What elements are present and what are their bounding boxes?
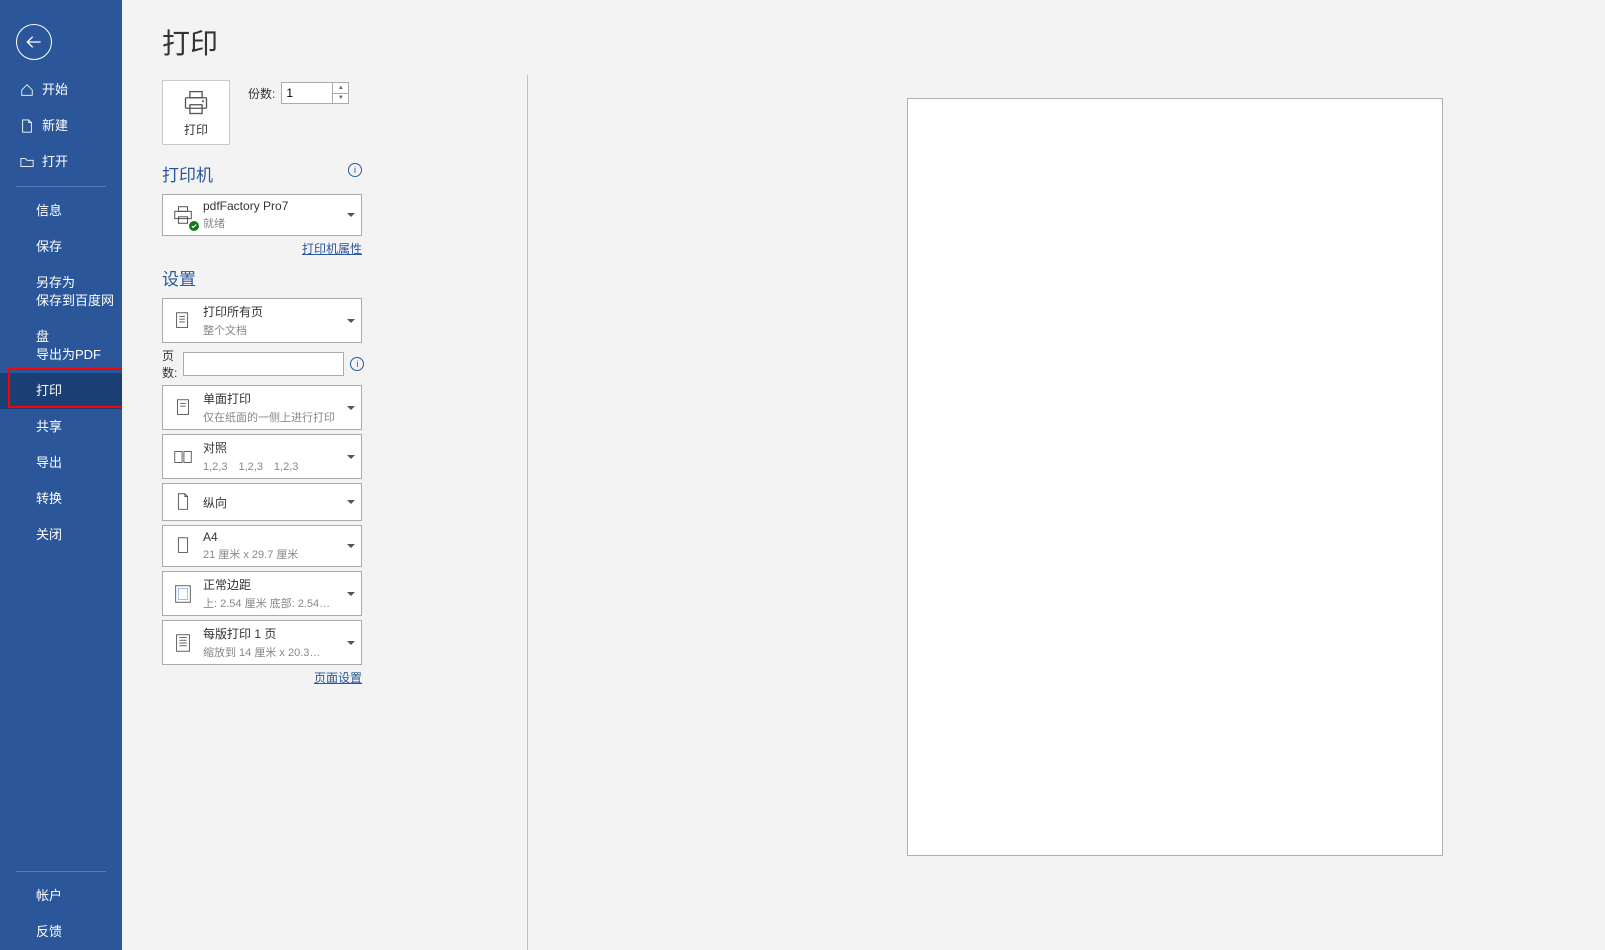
printer-properties-link[interactable]: 打印机属性 [162,240,362,257]
sidebar-item-open[interactable]: 打开 [0,144,122,180]
home-icon [20,83,34,97]
sidebar-item-convert[interactable]: 转换 [0,481,122,517]
chevron-down-icon [347,500,355,504]
sidebar-item-label: 转换 [36,481,62,517]
printer-status: 就绪 [203,215,288,231]
sidebar-item-export[interactable]: 导出 [0,445,122,481]
sidebar-item-label: 关闭 [36,517,62,553]
page-title: 打印 [162,22,362,62]
sidebar-item-home[interactable]: 开始 [0,72,122,108]
spinner-up-button[interactable]: ▲ [333,83,348,94]
portrait-icon [169,488,197,516]
folder-open-icon [20,155,34,169]
collate-dropdown[interactable]: 对照 1,2,3 1,2,3 1,2,3 [162,434,362,479]
sidebar-item-account[interactable]: 帐户 [0,878,122,914]
pages-label: 页数: [162,347,177,381]
option-title: 纵向 [203,494,227,511]
option-sub: 仅在纸面的一侧上进行打印 [203,409,335,425]
copies-input[interactable]: ▲ ▼ [281,82,349,104]
orientation-dropdown[interactable]: 纵向 [162,483,362,521]
sidebar-item-label: 帐户 [36,878,62,914]
sidebar-item-export-pdf[interactable]: 导出为PDF [0,337,122,373]
printer-info-icon[interactable]: i [348,163,362,177]
chevron-down-icon [347,406,355,410]
page-setup-link[interactable]: 页面设置 [162,669,362,686]
sidebar-item-share[interactable]: 共享 [0,409,122,445]
print-backstage-content: 打印 打印 份数: ▲ ▼ [122,0,1605,950]
back-arrow-icon [26,34,42,50]
spinner-down-button[interactable]: ▼ [333,94,348,104]
vertical-divider [527,75,528,950]
print-button[interactable]: 打印 [162,80,230,145]
paper-size-dropdown[interactable]: A4 21 厘米 x 29.7 厘米 [162,525,362,567]
back-button[interactable] [16,24,52,60]
option-title: 打印所有页 [203,303,263,320]
option-sub: 21 厘米 x 29.7 厘米 [203,546,298,562]
sidebar-item-save[interactable]: 保存 [0,229,122,265]
pages-icon [169,307,197,335]
option-sub: 缩放到 14 厘米 x 20.3… [203,644,320,660]
printer-ready-check-icon [189,221,199,231]
sidebar-item-label: 保存 [36,229,62,265]
pages-info-icon[interactable]: i [350,357,364,371]
nav-separator [16,186,106,187]
print-what-dropdown[interactable]: 打印所有页 整个文档 [162,298,362,343]
option-title: 对照 [203,439,298,456]
sidebar-item-label: 打开 [42,144,68,180]
chevron-down-icon [347,641,355,645]
sidebar-item-options[interactable]: 反馈 [0,914,122,950]
sidebar-item-label: 打印 [36,373,62,409]
paper-icon [169,532,197,560]
pages-input[interactable] [183,352,344,376]
option-sub: 整个文档 [203,322,263,338]
sidebar-item-save-to-baidu[interactable]: 保存到百度网盘 [0,301,122,337]
sidebar-item-info[interactable]: 信息 [0,193,122,229]
option-sub: 1,2,3 1,2,3 1,2,3 [203,458,298,474]
single-side-icon [169,394,197,422]
sidebar-item-label: 导出为PDF [36,337,101,373]
sidebar-item-label: 开始 [42,72,68,108]
pages-per-sheet-dropdown[interactable]: 每版打印 1 页 缩放到 14 厘米 x 20.3… [162,620,362,665]
margins-icon [169,580,197,608]
chevron-down-icon [347,455,355,459]
printer-section-heading: 打印机 i [162,161,362,186]
sidebar-item-label: 反馈 [36,914,62,950]
chevron-down-icon [347,213,355,217]
selected-printer-icon [169,201,197,229]
nav-separator [16,871,106,872]
settings-section-heading: 设置 [162,265,362,290]
option-sub: 上: 2.54 厘米 底部: 2.54… [203,595,330,611]
sidebar-item-label: 信息 [36,193,62,229]
printer-icon [181,89,211,117]
chevron-down-icon [347,592,355,596]
collate-icon [169,443,197,471]
print-button-label: 打印 [184,121,208,138]
sidebar-item-label: 新建 [42,108,68,144]
margins-dropdown[interactable]: 正常边距 上: 2.54 厘米 底部: 2.54… [162,571,362,616]
file-menu-sidebar: 开始 新建 打开 信息 保存 另存为 保存到百度网盘 导出为PDF 打印 共享 … [0,0,122,950]
sidebar-item-label: 导出 [36,445,62,481]
chevron-down-icon [347,544,355,548]
printer-dropdown[interactable]: pdfFactory Pro7 就绪 [162,194,362,236]
option-title: 每版打印 1 页 [203,625,320,642]
sidebar-item-new[interactable]: 新建 [0,108,122,144]
sidebar-item-close[interactable]: 关闭 [0,517,122,553]
sides-dropdown[interactable]: 单面打印 仅在纸面的一侧上进行打印 [162,385,362,430]
option-title: A4 [203,530,298,544]
print-preview-page [907,98,1443,856]
copies-spinner: ▲ ▼ [332,83,348,103]
sidebar-item-label: 共享 [36,409,62,445]
pages-per-sheet-icon [169,629,197,657]
chevron-down-icon [347,319,355,323]
printer-name: pdfFactory Pro7 [203,199,288,213]
sidebar-item-print[interactable]: 打印 [0,373,122,409]
option-title: 正常边距 [203,576,330,593]
new-doc-icon [20,119,34,133]
option-title: 单面打印 [203,390,335,407]
copies-label: 份数: [248,85,275,102]
copies-value[interactable] [282,83,332,103]
